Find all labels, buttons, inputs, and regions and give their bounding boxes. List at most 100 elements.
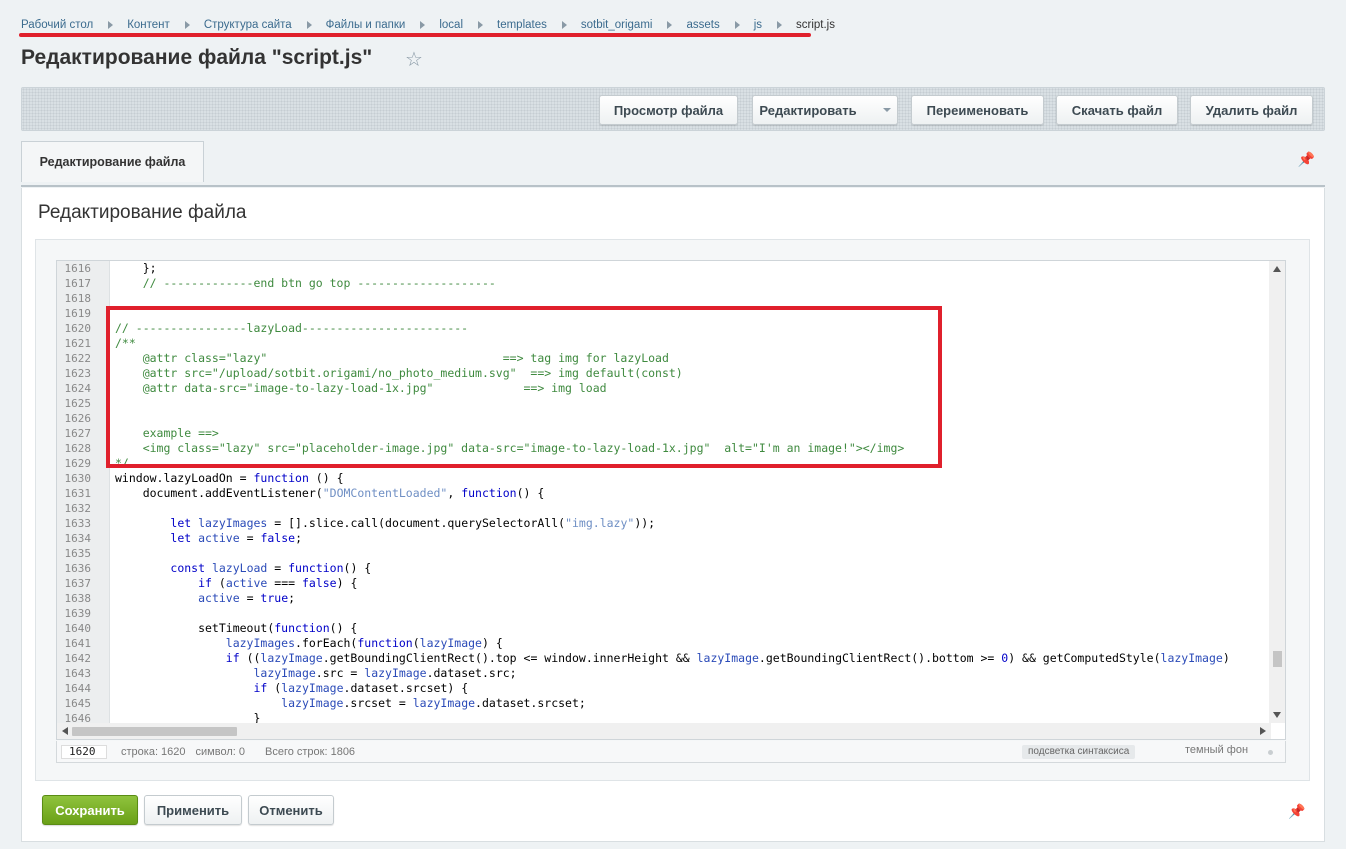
total-lines-indicator: Всего строк: 1806 <box>264 745 356 758</box>
delete-button[interactable]: Удалить файл <box>1190 95 1313 125</box>
pin-icon[interactable]: 📌 <box>1298 151 1315 168</box>
line-number: 1627 <box>64 427 92 440</box>
vertical-scroll-thumb[interactable] <box>1273 651 1282 667</box>
scroll-right-icon[interactable] <box>1260 727 1266 735</box>
line-number: 1642 <box>64 652 92 665</box>
line-number: 1623 <box>64 367 92 380</box>
syntax-highlight-toggle[interactable]: подсветка синтаксиса <box>1022 745 1136 759</box>
line-number: 1635 <box>64 547 92 560</box>
breadcrumb-item-content[interactable]: Контент <box>127 19 170 31</box>
breadcrumb-separator-icon <box>306 21 312 29</box>
line-number: 1626 <box>64 412 92 425</box>
code-line: if ((lazyImage.getBoundingClientRect().t… <box>225 651 1230 665</box>
edit-button-label: Редактировать <box>759 102 857 118</box>
line-number-gutter: 1616 1617 1618 1619 1620 1621 1622 1623 1624 1625… <box>57 261 110 725</box>
line-number: 1631 <box>64 487 92 500</box>
chevron-down-icon <box>882 108 891 112</box>
dark-theme-indicator-icon <box>1268 750 1273 755</box>
code-line: active = true; <box>198 591 296 605</box>
scroll-up-icon[interactable] <box>1273 266 1281 272</box>
code-line: setTimeout(function() { <box>115 621 358 635</box>
cancel-button[interactable]: Отменить <box>248 795 334 825</box>
line-number: 1632 <box>64 502 92 515</box>
breadcrumb-item-templates[interactable]: templates <box>497 19 547 31</box>
download-button[interactable]: Скачать файл <box>1056 95 1178 125</box>
breadcrumb-separator-icon <box>420 21 426 29</box>
annotation-highlight-box <box>106 306 942 468</box>
panel-title: Редактирование файла <box>38 202 247 223</box>
line-number: 1637 <box>64 577 92 590</box>
line-number: 1639 <box>64 607 92 620</box>
line-number: 1628 <box>64 442 92 455</box>
line-number: 1629 <box>64 457 92 470</box>
breadcrumb-separator-icon <box>561 21 567 29</box>
favorite-star-icon[interactable]: ☆ <box>405 49 423 71</box>
code-line: lazyImage.srcset = lazyImage.dataset.src… <box>281 696 586 710</box>
line-number: 1621 <box>64 337 92 350</box>
toolbar: Просмотр файла Редактировать Переименова… <box>21 87 1325 131</box>
breadcrumb-item-local[interactable]: local <box>439 19 463 31</box>
view-file-button[interactable]: Просмотр файла <box>599 95 738 125</box>
breadcrumb-item-desktop[interactable]: Рабочий стол <box>21 19 93 31</box>
save-button[interactable]: Сохранить <box>42 795 138 825</box>
line-number: 1616 <box>64 262 92 275</box>
scroll-left-icon[interactable] <box>62 727 68 735</box>
code-line: lazyImage.src = lazyImage.dataset.src; <box>253 666 517 680</box>
line-indicator: строка: 1620 <box>121 745 186 758</box>
tab-bar: Редактирование файла 📌 <box>21 141 1325 187</box>
code-line: window.lazyLoadOn = function () { <box>115 471 344 485</box>
breadcrumb-item-js[interactable]: js <box>754 19 762 31</box>
edit-dropdown-button[interactable]: Редактировать <box>752 95 898 125</box>
code-line: lazyImages.forEach(function(lazyImage) { <box>225 636 503 650</box>
line-number: 1630 <box>64 472 92 485</box>
code-line: let lazyImages = [].slice.call(document.… <box>170 516 656 530</box>
dark-theme-toggle[interactable]: темный фон <box>1185 744 1248 756</box>
vertical-scrollbar[interactable] <box>1269 261 1285 723</box>
line-number: 1633 <box>64 517 92 530</box>
rename-button[interactable]: Переименовать <box>911 95 1044 125</box>
line-number: 1636 <box>64 562 92 575</box>
code-line: if (active === false) { <box>198 576 358 590</box>
breadcrumb-separator-icon <box>734 21 740 29</box>
char-indicator: символ: 0 <box>195 745 245 758</box>
breadcrumb-separator-icon <box>777 21 783 29</box>
code-line: if (lazyImage.dataset.srcset) { <box>253 681 469 695</box>
line-number: 1645 <box>64 697 92 710</box>
tab-edit-file[interactable]: Редактирование файла <box>21 141 204 182</box>
line-number: 1644 <box>64 682 92 695</box>
code-line: // -------------end btn go top ---------… <box>115 276 496 290</box>
code-line: }; <box>115 261 157 275</box>
breadcrumb-separator-icon <box>478 21 483 29</box>
line-number: 1638 <box>64 592 92 605</box>
annotation-underline <box>19 33 811 37</box>
breadcrumb-item-site-structure[interactable]: Структура сайта <box>204 19 292 31</box>
line-number: 1640 <box>64 622 92 635</box>
page-title: Редактирование файла "script.js" <box>21 46 373 69</box>
breadcrumb: Рабочий стол Контент Структура сайта Фай… <box>21 16 835 34</box>
line-number: 1620 <box>64 322 92 335</box>
breadcrumb-separator-icon <box>184 21 190 29</box>
breadcrumb-item-sotbit-origami[interactable]: sotbit_origami <box>581 19 653 31</box>
code-line: let active = false; <box>170 531 302 545</box>
line-number: 1622 <box>64 352 92 365</box>
horizontal-scrollbar[interactable] <box>57 723 1271 739</box>
line-number: 1619 <box>64 307 92 320</box>
pin-icon[interactable]: 📌 <box>1288 803 1305 820</box>
edit-panel: Редактирование файла 1616 1617 1618 1619 162… <box>21 188 1325 842</box>
scroll-down-icon[interactable] <box>1273 712 1281 718</box>
apply-button[interactable]: Применить <box>144 795 242 825</box>
breadcrumb-item-files-folders[interactable]: Файлы и папки <box>326 19 406 31</box>
code-line: const lazyLoad = function() { <box>170 561 372 575</box>
line-number: 1641 <box>64 637 92 650</box>
breadcrumb-separator-icon <box>108 21 114 29</box>
horizontal-scroll-thumb[interactable] <box>72 727 237 736</box>
breadcrumb-item-assets[interactable]: assets <box>686 19 719 31</box>
breadcrumb-item-current: script.js <box>796 19 835 31</box>
line-number: 1625 <box>64 397 92 410</box>
code-line: } <box>115 711 261 723</box>
goto-line-input[interactable]: 1620 <box>61 744 107 759</box>
